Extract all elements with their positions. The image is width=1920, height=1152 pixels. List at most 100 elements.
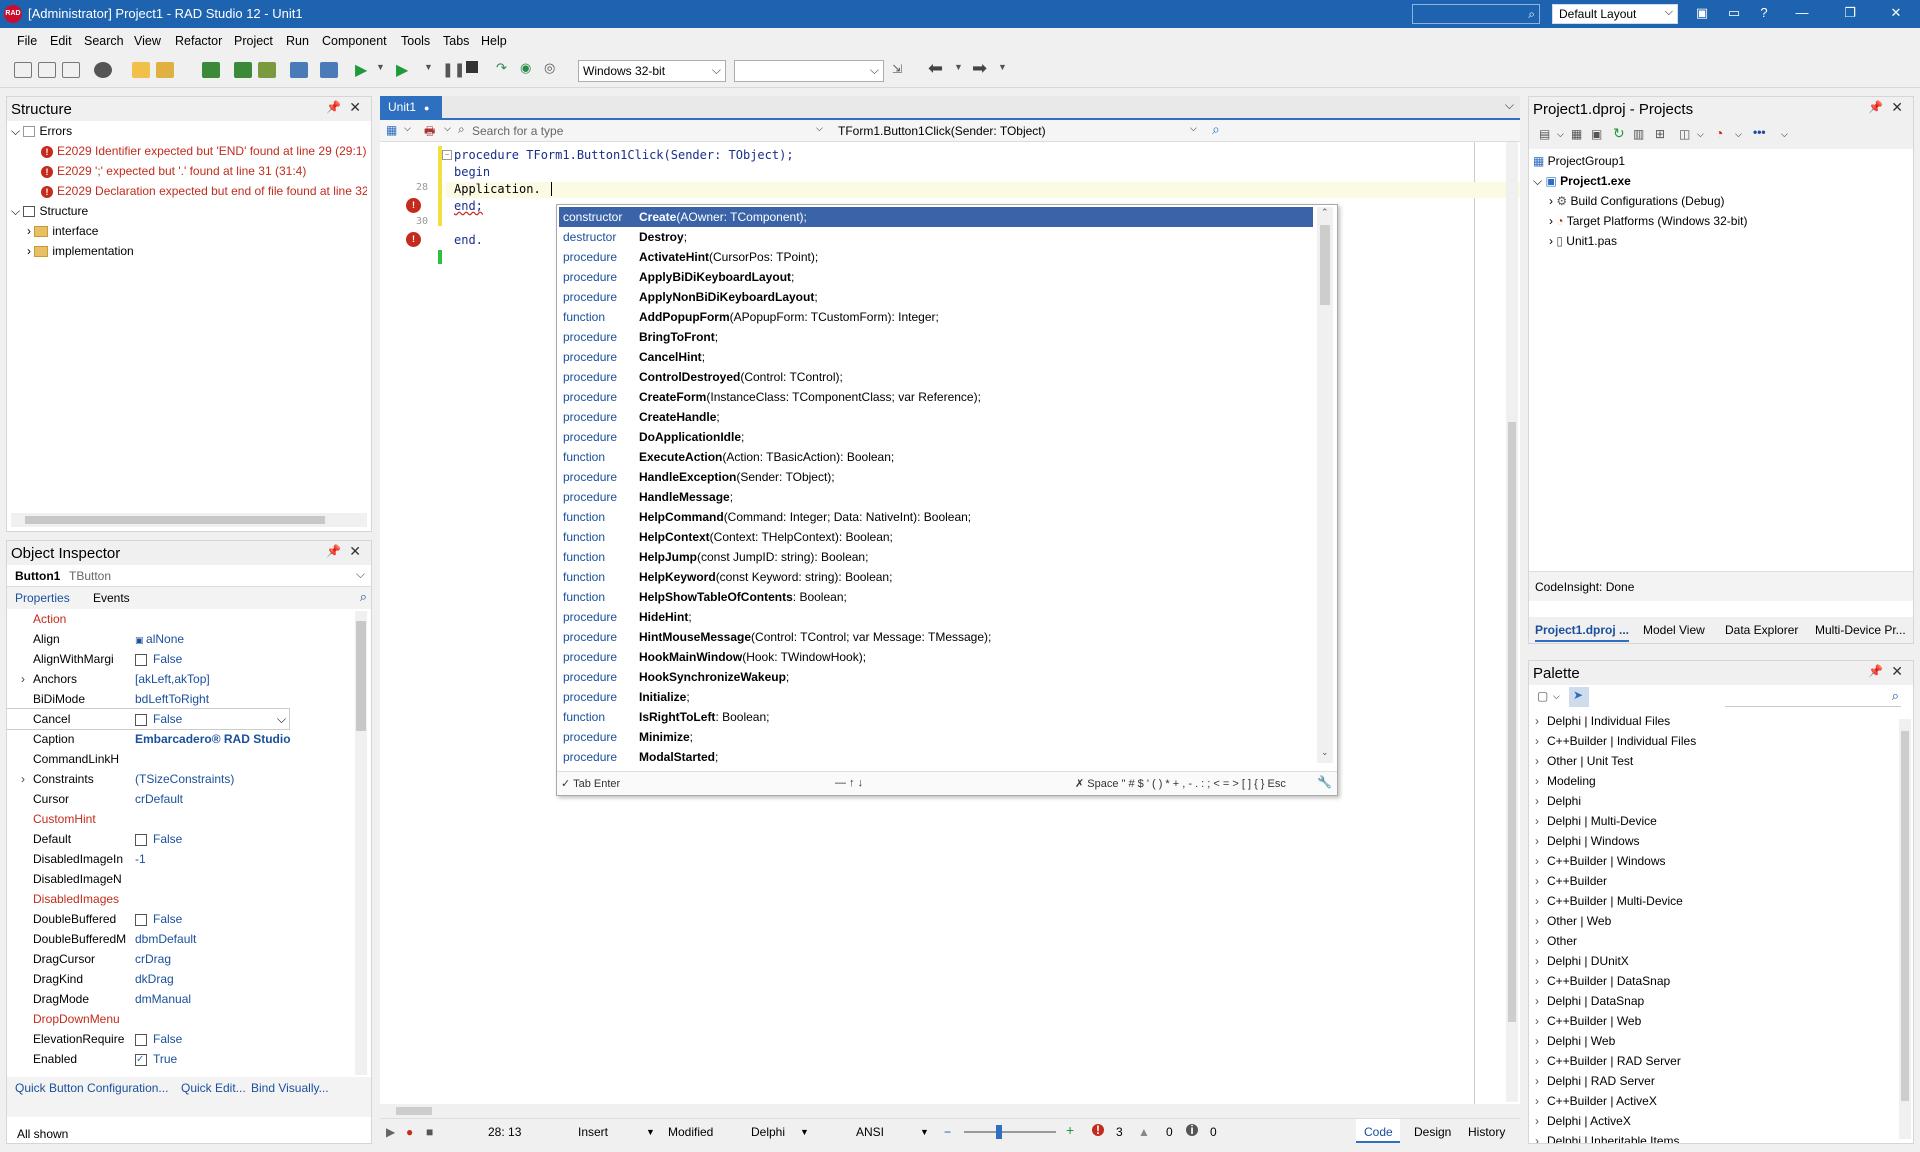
chevron-down-icon[interactable]: ⌵	[404, 123, 411, 134]
property-value[interactable]: ▣ alNone	[135, 629, 291, 650]
property-value[interactable]: (TSizeConstraints)	[135, 769, 291, 789]
property-value[interactable]: Embarcadero® RAD Studio 12 Version 29	[135, 729, 291, 749]
chevron-down-icon[interactable]: ▼	[646, 1127, 655, 1137]
slider-thumb[interactable]	[996, 1125, 1002, 1139]
property-row[interactable]: › Constraints (TSizeConstraints)	[7, 769, 289, 789]
completion-item[interactable]: procedure HandleMessage;	[559, 487, 1313, 507]
back-dropdown-icon[interactable]: ▼	[954, 62, 963, 72]
property-row[interactable]: › Anchors [akLeft,akTop]	[7, 669, 289, 689]
chevron-down-icon[interactable]: ⌵	[1557, 129, 1564, 140]
vertical-scrollbar[interactable]: ⌃ ⌄	[1317, 207, 1333, 763]
tree-node-structure[interactable]: ⌵ Structure	[11, 201, 88, 221]
horizontal-scrollbar[interactable]	[11, 513, 367, 527]
tree-node-build-config[interactable]: › ⚙ Build Configurations (Debug)	[1549, 191, 1725, 211]
completion-item[interactable]: procedure HideHint;	[559, 607, 1313, 627]
chevron-right-icon[interactable]: ›	[21, 669, 25, 689]
encoding-selector[interactable]: ANSI	[856, 1125, 884, 1139]
property-value[interactable]: False	[135, 709, 291, 729]
property-value[interactable]: dkDrag	[135, 969, 291, 989]
new-icon[interactable]	[14, 62, 32, 78]
quick-button-config-link[interactable]: Quick Button Configuration...	[15, 1081, 168, 1095]
chevron-down-icon[interactable]: ⌵	[1553, 691, 1560, 702]
chevron-up-icon[interactable]: ⌃	[1321, 207, 1329, 218]
chevron-down-icon[interactable]: ⌵	[816, 123, 823, 134]
tab-unit1[interactable]: Unit1 ●	[380, 96, 442, 118]
checkbox[interactable]	[135, 913, 147, 926]
save-icon[interactable]	[202, 62, 220, 78]
completion-item[interactable]: procedure CreateHandle;	[559, 407, 1313, 427]
property-row[interactable]: CustomHint	[7, 809, 289, 829]
zoom-slider[interactable]	[964, 1125, 1056, 1139]
completion-list[interactable]: constructor Create(AOwner: TComponent); de…	[557, 205, 1315, 765]
menu-project[interactable]: Project	[234, 34, 273, 48]
new-project-icon[interactable]: ▦	[1571, 127, 1582, 141]
tree-node-errors[interactable]: ⌵ Errors	[11, 121, 72, 141]
scrollbar-thumb[interactable]	[1508, 422, 1516, 1022]
forward-icon[interactable]: ➡	[972, 58, 987, 79]
chevron-down-icon[interactable]: ⌵	[277, 709, 286, 729]
unit-icon[interactable]: 🖶	[424, 122, 435, 143]
warning-icon[interactable]: ▲	[1138, 1125, 1150, 1139]
chevron-down-icon[interactable]: ⌵	[1697, 129, 1704, 140]
completion-item[interactable]: procedure HintMouseMessage(Control: TCont…	[559, 627, 1313, 647]
restore-button[interactable]: ❐	[1838, 5, 1862, 23]
tab-code[interactable]: Code	[1356, 1119, 1400, 1143]
completion-item[interactable]: procedure ModalStarted;	[559, 747, 1313, 765]
close-icon[interactable]: ✕	[349, 543, 361, 560]
property-value[interactable]: [akLeft,akTop]	[135, 669, 291, 689]
help-icon[interactable]: ?	[1752, 5, 1776, 23]
run-dropdown-icon[interactable]: ▼	[376, 62, 385, 72]
checkbox[interactable]	[135, 653, 147, 666]
save-desktop-icon[interactable]: ▣	[1690, 5, 1714, 23]
completion-item[interactable]: procedure CancelHint;	[559, 347, 1313, 367]
completion-item[interactable]: procedure BringToFront;	[559, 327, 1313, 347]
chevron-down-icon[interactable]: ⌵	[444, 123, 451, 134]
completion-item[interactable]: function ExecuteAction(Action: TBasicActi…	[559, 447, 1313, 467]
chevron-down-icon[interactable]: ⌵	[1781, 129, 1788, 140]
sync-icon[interactable]: ↻	[1613, 125, 1625, 142]
property-value[interactable]: False	[135, 1029, 291, 1049]
property-value[interactable]: False	[135, 909, 291, 929]
property-row[interactable]: DragCursor crDrag	[7, 949, 289, 969]
property-value[interactable]: crDefault	[135, 789, 291, 809]
chevron-down-icon[interactable]: ▼	[800, 1127, 809, 1137]
property-row[interactable]: DropDownMenu	[7, 1009, 289, 1029]
back-icon[interactable]: ⬅	[928, 58, 943, 79]
property-row[interactable]: Align ▣ alNone	[7, 629, 289, 649]
property-row[interactable]: Cancel False ⌵	[7, 708, 291, 730]
view-unit-icon[interactable]	[320, 62, 338, 78]
completion-item[interactable]: function HelpContext(Context: THelpContex…	[559, 527, 1313, 547]
stop-icon[interactable]	[466, 61, 478, 73]
chevron-right-icon[interactable]: ›	[21, 769, 25, 789]
property-row[interactable]: DragKind dkDrag	[7, 969, 289, 989]
scrollbar-thumb[interactable]	[356, 621, 366, 731]
forward-dropdown-icon[interactable]: ▼	[998, 62, 1007, 72]
property-row[interactable]: DisabledImageIn -1	[7, 849, 289, 869]
completion-item[interactable]: procedure CreateForm(InstanceClass: TComp…	[559, 387, 1313, 407]
wrench-icon[interactable]: 🔧	[1317, 775, 1332, 789]
menu-component[interactable]: Component	[322, 34, 387, 48]
property-value[interactable]: dbmDefault	[135, 929, 291, 949]
remove-icon[interactable]	[94, 62, 112, 78]
completion-item[interactable]: procedure HandleException(Sender: TObject…	[559, 467, 1313, 487]
completion-item[interactable]: procedure ApplyNonBiDiKeyboardLayout;	[559, 287, 1313, 307]
error-item[interactable]: ! E2029 ';' expected but '.' found at lin…	[41, 161, 306, 181]
error-item[interactable]: ! E2029 Identifier expected but 'END' fou…	[41, 141, 366, 161]
scrollbar-thumb[interactable]	[396, 1107, 432, 1115]
menu-help[interactable]: Help	[481, 34, 507, 48]
close-icon[interactable]: ✕	[1891, 99, 1903, 116]
completion-item[interactable]: function HelpShowTableOfContents: Boolean…	[559, 587, 1313, 607]
horizontal-scrollbar[interactable]	[394, 1104, 1498, 1118]
toggle-form-icon[interactable]	[290, 62, 308, 78]
insert-mode[interactable]: Insert	[578, 1125, 608, 1139]
tab-multi-device[interactable]: Multi-Device Pr...	[1815, 623, 1906, 637]
vertical-scrollbar[interactable]	[1899, 719, 1911, 1139]
tab-properties[interactable]: Properties	[15, 591, 70, 605]
search-icon[interactable]: ⌕	[360, 589, 367, 605]
property-row[interactable]: Enabled ✓ True	[7, 1049, 289, 1069]
property-row[interactable]: BiDiMode bdLeftToRight	[7, 689, 289, 709]
error-item[interactable]: ! E2029 Declaration expected but end of f…	[41, 181, 367, 201]
pin-icon[interactable]: 📌	[1868, 664, 1883, 678]
save-all-icon[interactable]	[234, 62, 252, 78]
tree-node-project[interactable]: ⌵ ▣ Project1.exe	[1533, 171, 1631, 191]
